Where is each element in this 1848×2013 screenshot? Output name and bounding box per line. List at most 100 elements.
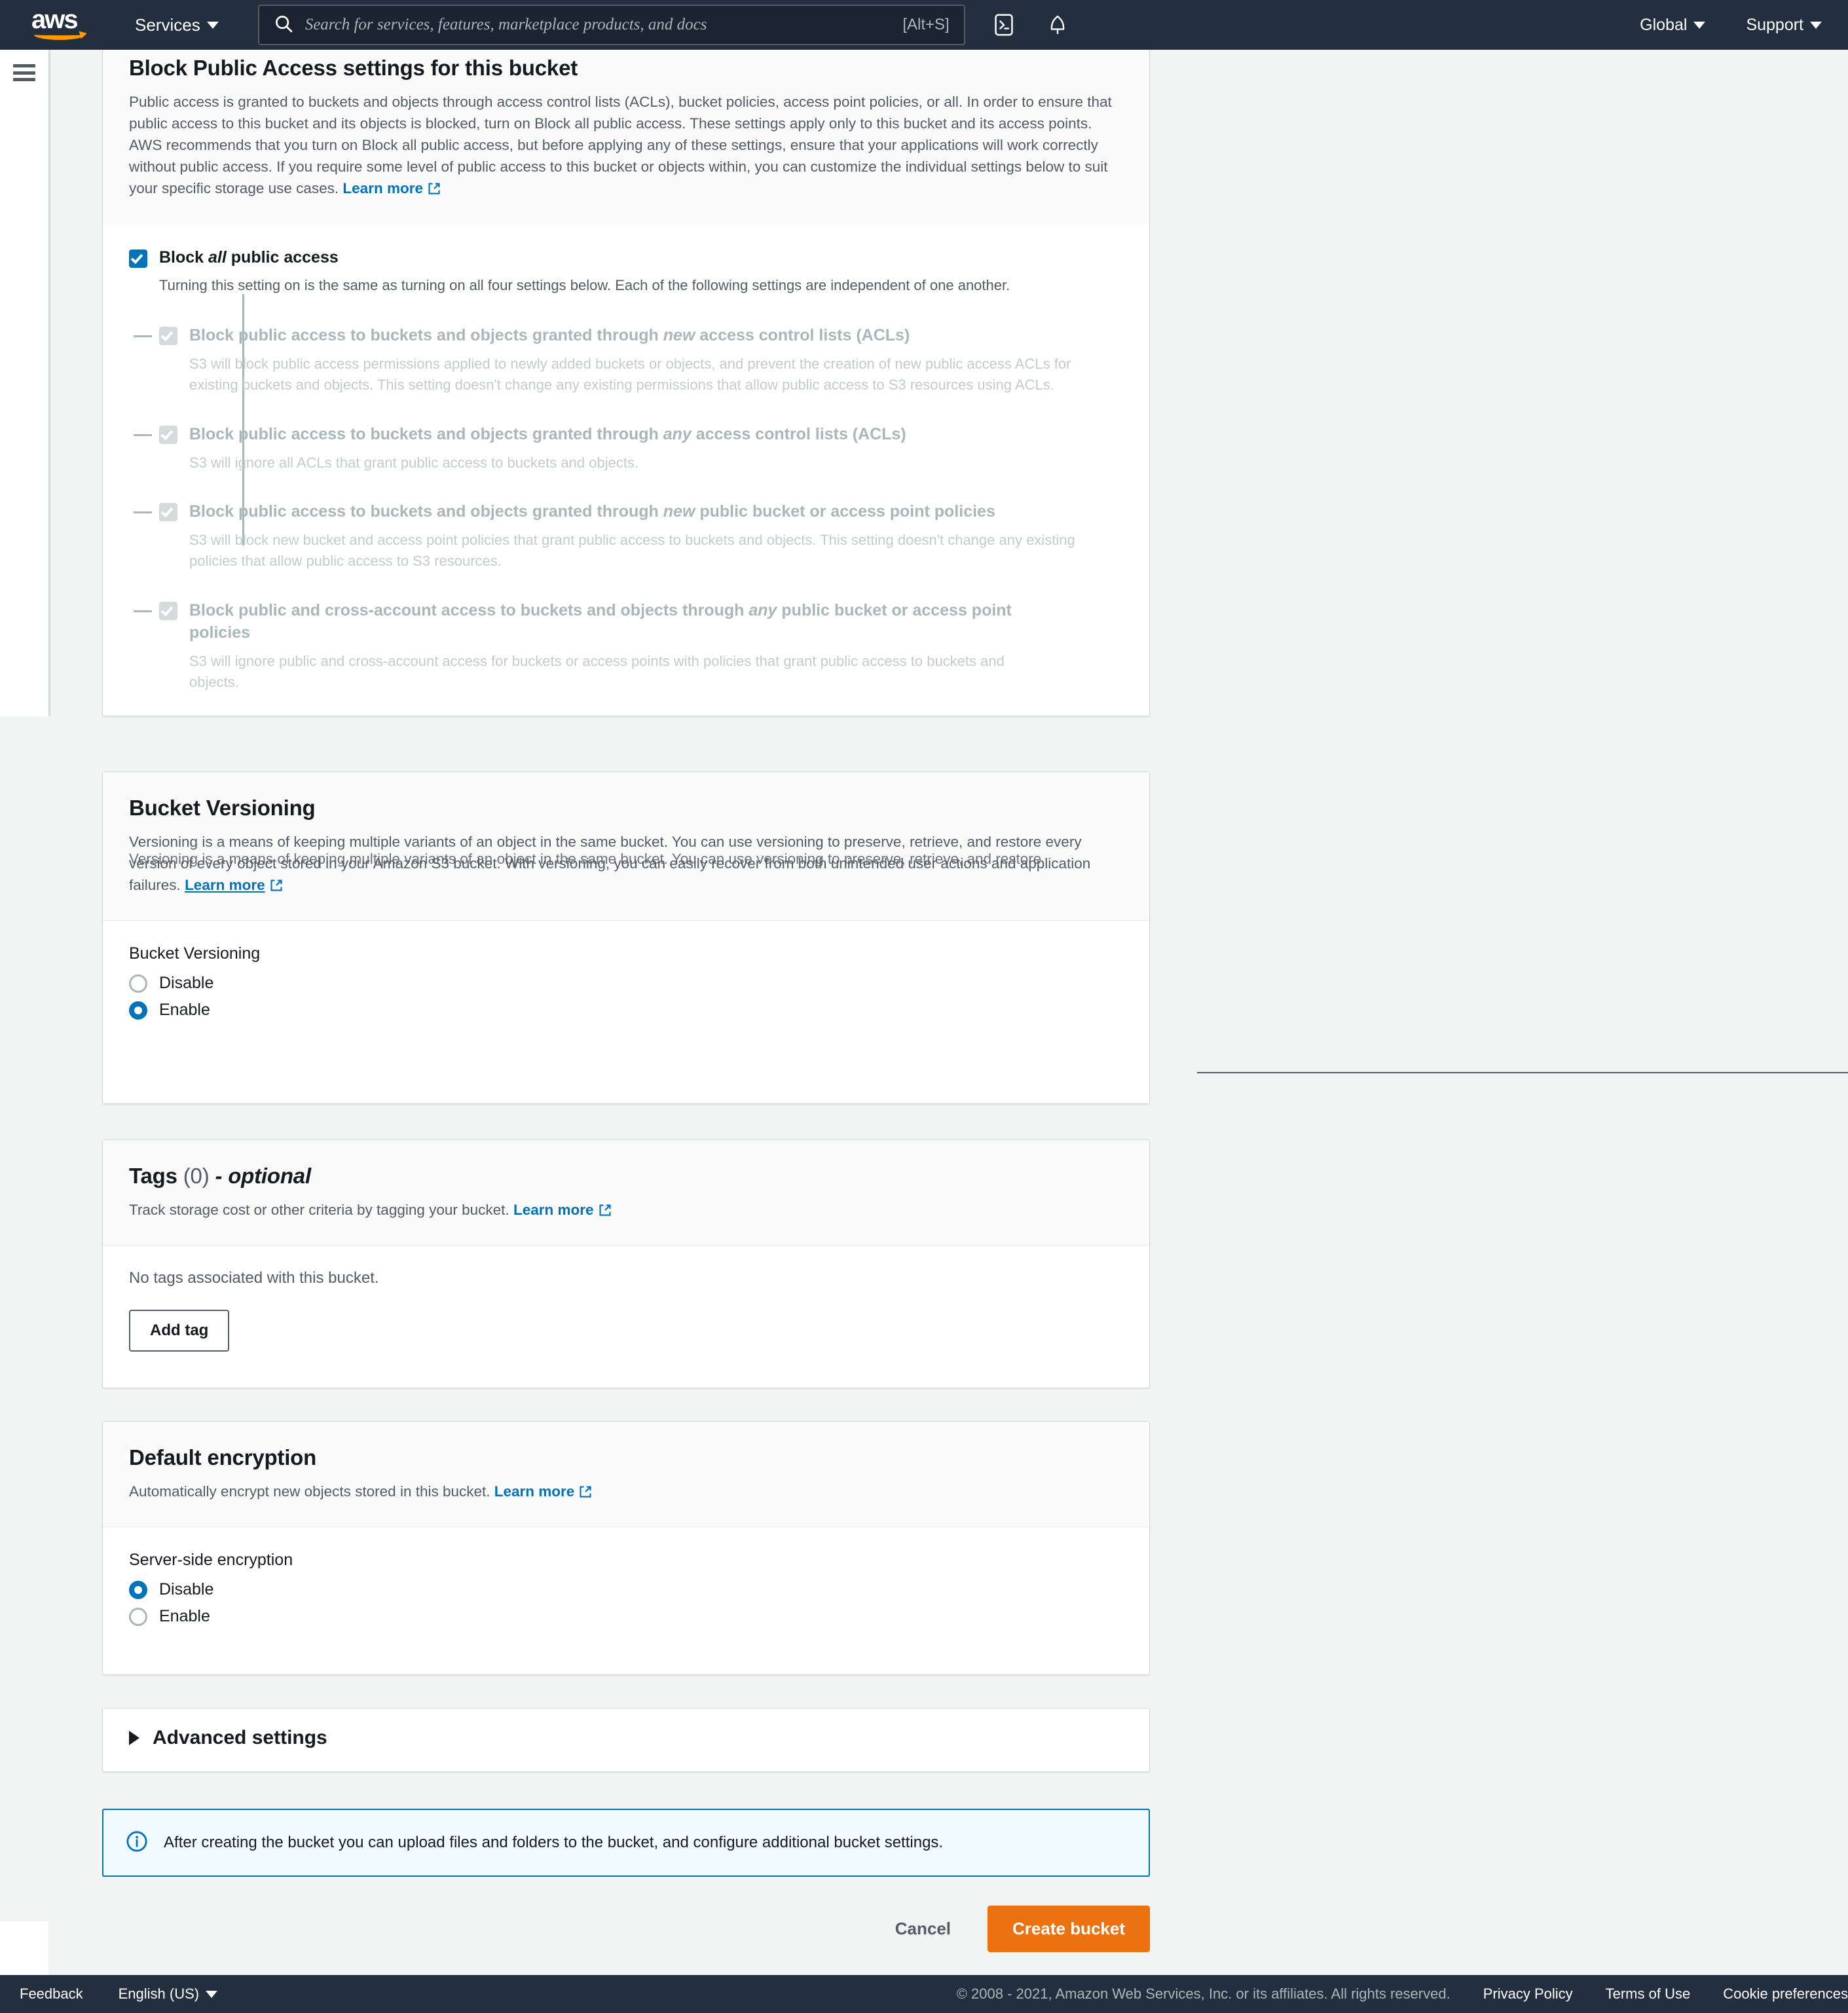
default-encryption-card: Default encryption Automatically encrypt…: [102, 1421, 1150, 1675]
block-all-public-access-checkbox[interactable]: [129, 249, 147, 268]
label-part-post: access control lists (ACLs): [695, 325, 910, 344]
language-selector-label: English (US): [118, 1985, 200, 2002]
search-input[interactable]: Search for services, features, marketpla…: [305, 16, 891, 34]
rail-lower-filler: [0, 716, 48, 1971]
radio-label: Enable: [159, 1607, 210, 1626]
label-part-pre: Block: [159, 248, 209, 267]
label-part-post: public access: [226, 248, 339, 267]
sub-setting-row[interactable]: Block public access to buckets and objec…: [134, 500, 1123, 572]
privacy-policy-link[interactable]: Privacy Policy: [1483, 1985, 1573, 2003]
bpa-description-text: Public access is granted to buckets and …: [129, 94, 1112, 197]
advanced-settings-label: Advanced settings: [153, 1727, 327, 1748]
page-footer: Feedback English (US) © 2008 - 2021, Ama…: [0, 1975, 1848, 2013]
sub-setting-row[interactable]: Block public and cross-account access to…: [134, 599, 1123, 693]
aws-smile-icon: [34, 29, 85, 40]
sub-setting-description: S3 will block new bucket and access poin…: [189, 532, 1075, 570]
cancel-button[interactable]: Cancel: [895, 1919, 951, 1939]
radio-label: Disable: [159, 1580, 214, 1599]
block-all-public-access-note: Turning this setting on is the same as t…: [159, 276, 1010, 293]
learn-more-link-bpa[interactable]: Learn more: [342, 180, 441, 196]
label-part-pre: Block public and cross-account access to…: [189, 601, 749, 620]
block-public-access-header: Block Public Access settings for this bu…: [103, 28, 1149, 225]
sub-setting-description: S3 will ignore public and cross-account …: [189, 653, 1005, 691]
encryption-option-enable[interactable]: Enable: [129, 1607, 1123, 1626]
default-encryption-description: Automatically encrypt new objects stored…: [129, 1481, 1123, 1504]
tags-count: (0): [183, 1164, 210, 1188]
radio-label: Enable: [159, 1001, 210, 1020]
label-part-pre: Block public access to buckets and objec…: [189, 424, 663, 443]
learn-more-link-encryption[interactable]: Learn more: [494, 1483, 593, 1500]
label-part-emphasis: any: [748, 601, 777, 620]
checkmark-icon: [160, 328, 174, 341]
chevron-right-icon: [129, 1731, 139, 1745]
block-public-access-card: Block Public Access settings for this bu…: [102, 28, 1150, 716]
encryption-option-disable[interactable]: Disable: [129, 1580, 1123, 1599]
label-part-pre: Block public access to buckets and objec…: [189, 325, 663, 344]
services-menu[interactable]: Services: [135, 15, 219, 35]
checkmark-icon: [160, 604, 174, 617]
versioning-option-disable[interactable]: Disable: [129, 974, 1123, 993]
bucket-versioning-title: Bucket Versioning: [129, 796, 316, 820]
block-all-public-access-row[interactable]: Block all public access: [129, 247, 1123, 268]
block-public-access-sub-settings: Block public access to buckets and objec…: [134, 324, 1123, 693]
nav-right-group: Global Support: [1640, 16, 1822, 35]
feedback-link[interactable]: Feedback: [20, 1985, 83, 2003]
bucket-versioning-header: Bucket Versioning Versioning is a means …: [103, 772, 1149, 921]
advanced-settings-card[interactable]: Advanced settings: [102, 1708, 1150, 1772]
server-side-encryption-field-label: Server-side encryption: [129, 1551, 293, 1570]
cookie-preferences-link[interactable]: Cookie preferences: [1723, 1985, 1848, 2003]
label-part-emphasis: any: [663, 424, 692, 443]
region-selector-label: Global: [1640, 15, 1688, 34]
radio-button[interactable]: [129, 1607, 147, 1626]
global-search-box[interactable]: Search for services, features, marketpla…: [257, 5, 965, 45]
sub-setting-title: Block public access to buckets and objec…: [189, 500, 1123, 523]
default-encryption-title: Default encryption: [129, 1445, 317, 1469]
sub-setting-row[interactable]: Block public access to buckets and objec…: [134, 324, 1123, 396]
chevron-down-icon: [1693, 21, 1706, 29]
radio-label: Disable: [159, 974, 214, 993]
support-menu[interactable]: Support: [1746, 16, 1822, 35]
tags-empty-message: No tags associated with this bucket.: [129, 1269, 379, 1287]
form-actions: Cancel Create bucket: [102, 1899, 1150, 1958]
radio-button[interactable]: [129, 974, 147, 993]
page-title: Block Public Access settings for this bu…: [129, 56, 578, 80]
learn-more-link-tags[interactable]: Learn more: [513, 1202, 612, 1218]
terms-of-use-link[interactable]: Terms of Use: [1606, 1985, 1691, 2003]
radio-button-selected[interactable]: [129, 1580, 147, 1599]
default-encryption-header: Default encryption Automatically encrypt…: [103, 1422, 1149, 1528]
sub-setting-checkbox-any-acls: [159, 425, 177, 444]
language-selector[interactable]: English (US): [118, 1985, 218, 2003]
tree-elbow: [134, 610, 152, 613]
external-link-icon: [270, 876, 283, 898]
sub-setting-checkbox-new-policies: [159, 503, 177, 522]
add-tag-button[interactable]: Add tag: [129, 1310, 230, 1352]
chevron-down-icon: [206, 21, 219, 29]
region-selector[interactable]: Global: [1640, 15, 1706, 35]
hamburger-bar: [13, 78, 35, 81]
advanced-settings-toggle[interactable]: Advanced settings: [103, 1708, 1149, 1767]
versioning-option-enable[interactable]: Enable: [129, 1001, 1123, 1020]
cloudshell-icon[interactable]: [989, 10, 1019, 40]
hamburger-menu-icon[interactable]: [13, 64, 35, 81]
support-menu-label: Support: [1746, 15, 1803, 34]
learn-more-label: Learn more: [494, 1483, 575, 1500]
tree-elbow: [134, 434, 152, 436]
bucket-versioning-field-label: Bucket Versioning: [129, 944, 261, 963]
external-link-icon: [599, 1201, 612, 1223]
sub-setting-title: Block public access to buckets and objec…: [189, 324, 1123, 346]
radio-button-selected[interactable]: [129, 1001, 147, 1020]
hamburger-bar: [13, 64, 35, 67]
aws-logo[interactable]: aws: [31, 7, 97, 41]
sub-setting-checkbox-new-acls: [159, 326, 177, 345]
search-shortcut-hint: [Alt+S]: [902, 16, 950, 33]
learn-more-link-versioning[interactable]: Learn more: [185, 877, 283, 893]
notifications-bell-icon[interactable]: [1043, 10, 1073, 40]
sub-setting-row[interactable]: Block public access to buckets and objec…: [134, 423, 1123, 473]
tags-title-main: Tags: [129, 1164, 177, 1188]
tags-body: No tags associated with this bucket. Add…: [103, 1246, 1149, 1378]
top-navigation-bar: aws Services Search for services, featur…: [0, 0, 1848, 50]
tags-description: Track storage cost or other criteria by …: [129, 1199, 1123, 1223]
bucket-versioning-body: Bucket Versioning Disable Enable: [103, 921, 1149, 1054]
create-bucket-button[interactable]: Create bucket: [988, 1905, 1150, 1952]
tree-elbow: [134, 335, 152, 337]
